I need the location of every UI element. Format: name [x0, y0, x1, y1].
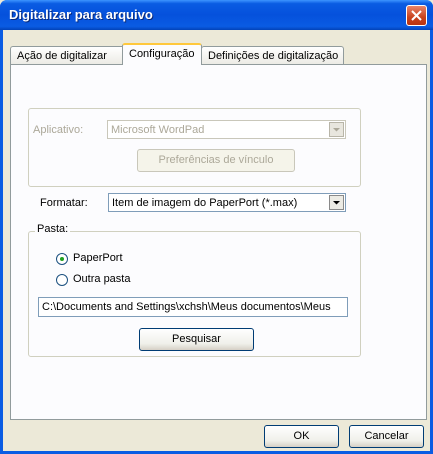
application-select-value: Microsoft WordPad	[111, 124, 205, 136]
application-select[interactable]: Microsoft WordPad	[107, 120, 346, 139]
application-label: Aplicativo:	[33, 124, 84, 136]
paperport-radio[interactable]	[56, 253, 68, 265]
paperport-radio-label[interactable]: PaperPort	[73, 252, 123, 264]
cancel-button[interactable]: Cancelar	[349, 425, 424, 448]
tab-label: Definições de digitalização	[208, 50, 339, 62]
folder-path-input[interactable]: C:\Documents and Settings\xchsh\Meus doc…	[38, 297, 348, 317]
tab-settings[interactable]: Configuração	[122, 43, 202, 65]
ok-button[interactable]: OK	[264, 425, 339, 448]
title-bar[interactable]: Digitalizar para arquivo	[0, 0, 433, 30]
dialog-client-area: Ação de digitalizar Configuração Definiç…	[3, 30, 430, 451]
tab-label: Configuração	[129, 48, 195, 60]
tab-label: Ação de digitalizar	[17, 50, 107, 62]
folder-group-label: Pasta:	[35, 223, 71, 235]
chevron-down-icon	[329, 122, 344, 137]
folder-path-value: C:\Documents and Settings\xchsh\Meus doc…	[42, 301, 331, 313]
window-title: Digitalizar para arquivo	[9, 7, 153, 22]
format-select-value: Item de imagem do PaperPort (*.max)	[112, 197, 298, 209]
close-button[interactable]	[406, 5, 427, 26]
other-folder-radio-label[interactable]: Outra pasta	[73, 273, 130, 285]
link-preferences-button[interactable]: Preferências de vínculo	[137, 149, 295, 172]
tab-scan-definitions[interactable]: Definições de digitalização	[201, 46, 344, 64]
browse-button[interactable]: Pesquisar	[139, 328, 254, 351]
radio-selected-indicator	[60, 257, 64, 261]
format-label: Formatar:	[40, 197, 88, 209]
chevron-down-icon	[329, 195, 344, 210]
tab-scan-action[interactable]: Ação de digitalizar	[10, 46, 125, 64]
dialog-window: Digitalizar para arquivo Ação de digital…	[0, 0, 433, 454]
format-select[interactable]: Item de imagem do PaperPort (*.max)	[108, 193, 346, 212]
close-icon	[411, 10, 422, 21]
tab-panel-settings: Aplicativo: Microsoft WordPad Preferênci…	[10, 64, 427, 420]
other-folder-radio[interactable]	[56, 274, 68, 286]
